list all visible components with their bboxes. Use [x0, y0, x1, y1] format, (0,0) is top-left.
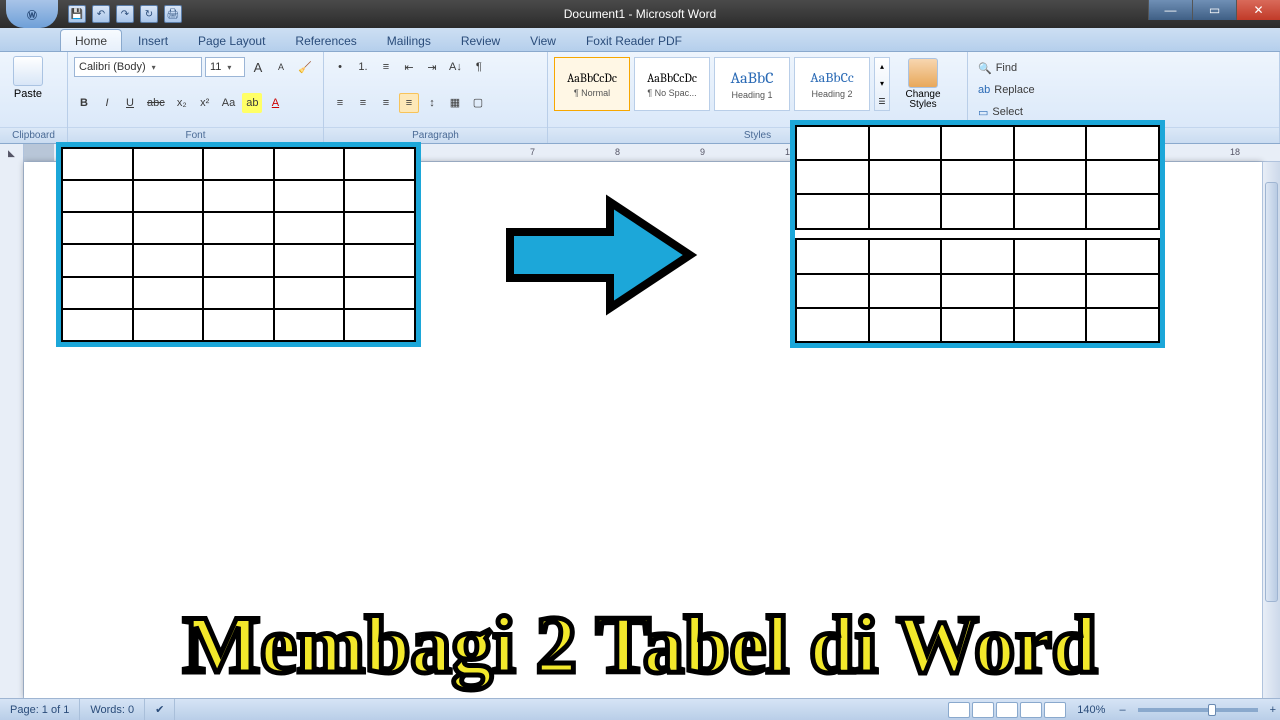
window-title: Document1 - Microsoft Word	[564, 7, 717, 21]
group-font: Calibri (Body)▾ 11▾ A A 🧹 B I U abc x₂ x…	[68, 52, 324, 143]
demo-table-before	[56, 142, 421, 347]
font-family-select[interactable]: Calibri (Body)▾	[74, 57, 202, 77]
align-center-button[interactable]: ≡	[353, 93, 373, 113]
line-spacing-button[interactable]: ↕	[422, 93, 442, 113]
tab-references[interactable]: References	[281, 30, 370, 51]
qat-undo-icon[interactable]: ↶	[92, 5, 110, 23]
bullets-button[interactable]: •	[330, 57, 350, 77]
quick-access-toolbar: 💾 ↶ ↷ ↻ 🖨	[68, 5, 182, 23]
ruler-mark: 18	[1230, 147, 1240, 157]
styles-more-button[interactable]: ▴▾☰	[874, 57, 890, 111]
change-styles-icon	[908, 58, 938, 88]
style-heading1[interactable]: AaBbCHeading 1	[714, 57, 790, 111]
ribbon-tabs: Home Insert Page Layout References Maili…	[0, 28, 1280, 52]
group-clipboard-label: Clipboard	[0, 127, 67, 143]
clear-format-button[interactable]: 🧹	[294, 57, 316, 77]
maximize-button[interactable]: ▭	[1192, 0, 1236, 20]
view-outline-button[interactable]	[1020, 702, 1042, 718]
style-normal[interactable]: AaBbCcDc¶ Normal	[554, 57, 630, 111]
font-size-select[interactable]: 11▾	[205, 57, 245, 77]
tab-view[interactable]: View	[516, 30, 570, 51]
shrink-font-button[interactable]: A	[271, 57, 291, 77]
zoom-level[interactable]: 140%	[1067, 699, 1115, 720]
overlay-caption: Membagi 2 Tabel di Word	[0, 598, 1280, 692]
italic-button[interactable]: I	[97, 93, 117, 113]
arrow-icon	[500, 190, 700, 320]
align-right-button[interactable]: ≡	[376, 93, 396, 113]
status-page[interactable]: Page: 1 of 1	[0, 699, 80, 720]
ruler-mark: 8	[615, 147, 620, 157]
view-print-layout-button[interactable]	[948, 702, 970, 718]
bold-button[interactable]: B	[74, 93, 94, 113]
ruler-mark: 7	[530, 147, 535, 157]
close-button[interactable]: ✕	[1236, 0, 1280, 20]
minimize-button[interactable]: —	[1148, 0, 1192, 20]
demo-table-after	[790, 120, 1165, 348]
change-styles-button[interactable]: Change Styles	[894, 58, 952, 110]
zoom-slider-knob[interactable]	[1208, 704, 1216, 716]
view-draft-button[interactable]	[1044, 702, 1066, 718]
tab-foxit[interactable]: Foxit Reader PDF	[572, 30, 696, 51]
tab-review[interactable]: Review	[447, 30, 514, 51]
find-button[interactable]: 🔍Find	[974, 58, 1273, 78]
subscript-button[interactable]: x₂	[172, 93, 192, 113]
sort-button[interactable]: A↓	[445, 57, 466, 77]
qat-redo-icon[interactable]: ↷	[116, 5, 134, 23]
highlight-button[interactable]: ab	[242, 93, 262, 113]
paste-button[interactable]: Paste	[6, 56, 50, 100]
replace-button[interactable]: abReplace	[974, 80, 1273, 100]
strike-button[interactable]: abc	[143, 93, 169, 113]
qat-save-icon[interactable]: 💾	[68, 5, 86, 23]
numbering-button[interactable]: 1.	[353, 57, 373, 77]
style-heading2[interactable]: AaBbCcHeading 2	[794, 57, 870, 111]
status-proof-icon[interactable]: ✔	[145, 699, 175, 720]
zoom-slider[interactable]	[1138, 708, 1258, 712]
ruler-mark: 9	[700, 147, 705, 157]
select-button[interactable]: ▭Select	[974, 102, 1273, 122]
view-web-layout-button[interactable]	[996, 702, 1018, 718]
show-marks-button[interactable]: ¶	[469, 57, 489, 77]
status-words[interactable]: Words: 0	[80, 699, 145, 720]
decrease-indent-button[interactable]: ⇤	[399, 57, 419, 77]
tab-page-layout[interactable]: Page Layout	[184, 30, 279, 51]
multilevel-button[interactable]: ≡	[376, 57, 396, 77]
borders-button[interactable]: ▢	[468, 93, 488, 113]
tab-insert[interactable]: Insert	[124, 30, 182, 51]
group-font-label: Font	[68, 127, 323, 143]
shading-button[interactable]: ▦	[445, 93, 465, 113]
grow-font-button[interactable]: A	[248, 57, 268, 77]
ruler-corner[interactable]: ◣	[0, 144, 24, 162]
change-styles-label: Change Styles	[894, 90, 952, 110]
paste-icon	[13, 56, 43, 86]
align-justify-button[interactable]: ≡	[399, 93, 419, 113]
increase-indent-button[interactable]: ⇥	[422, 57, 442, 77]
font-color-button[interactable]: A	[265, 93, 285, 113]
change-case-button[interactable]: Aa	[218, 93, 239, 113]
scrollbar-thumb[interactable]	[1265, 182, 1278, 602]
group-paragraph: • 1. ≡ ⇤ ⇥ A↓ ¶ ≡ ≡ ≡ ≡ ↕ ▦ ▢ Paragraph	[324, 52, 548, 143]
view-full-screen-button[interactable]	[972, 702, 994, 718]
tab-home[interactable]: Home	[60, 29, 122, 51]
qat-print-icon[interactable]: 🖨	[164, 5, 182, 23]
title-bar: Ⓦ 💾 ↶ ↷ ↻ 🖨 Document1 - Microsoft Word —…	[0, 0, 1280, 28]
underline-button[interactable]: U	[120, 93, 140, 113]
qat-repeat-icon[interactable]: ↻	[140, 5, 158, 23]
superscript-button[interactable]: x²	[195, 93, 215, 113]
zoom-in-button[interactable]: +	[1266, 699, 1280, 720]
group-clipboard: Paste Clipboard	[0, 52, 68, 143]
office-button[interactable]: Ⓦ	[6, 0, 58, 28]
group-paragraph-label: Paragraph	[324, 127, 547, 143]
tab-mailings[interactable]: Mailings	[373, 30, 445, 51]
zoom-out-button[interactable]: –	[1115, 699, 1129, 720]
align-left-button[interactable]: ≡	[330, 93, 350, 113]
status-bar: Page: 1 of 1 Words: 0 ✔ 140% – +	[0, 698, 1280, 720]
style-nospacing[interactable]: AaBbCcDc¶ No Spac...	[634, 57, 710, 111]
paste-label: Paste	[14, 88, 42, 100]
